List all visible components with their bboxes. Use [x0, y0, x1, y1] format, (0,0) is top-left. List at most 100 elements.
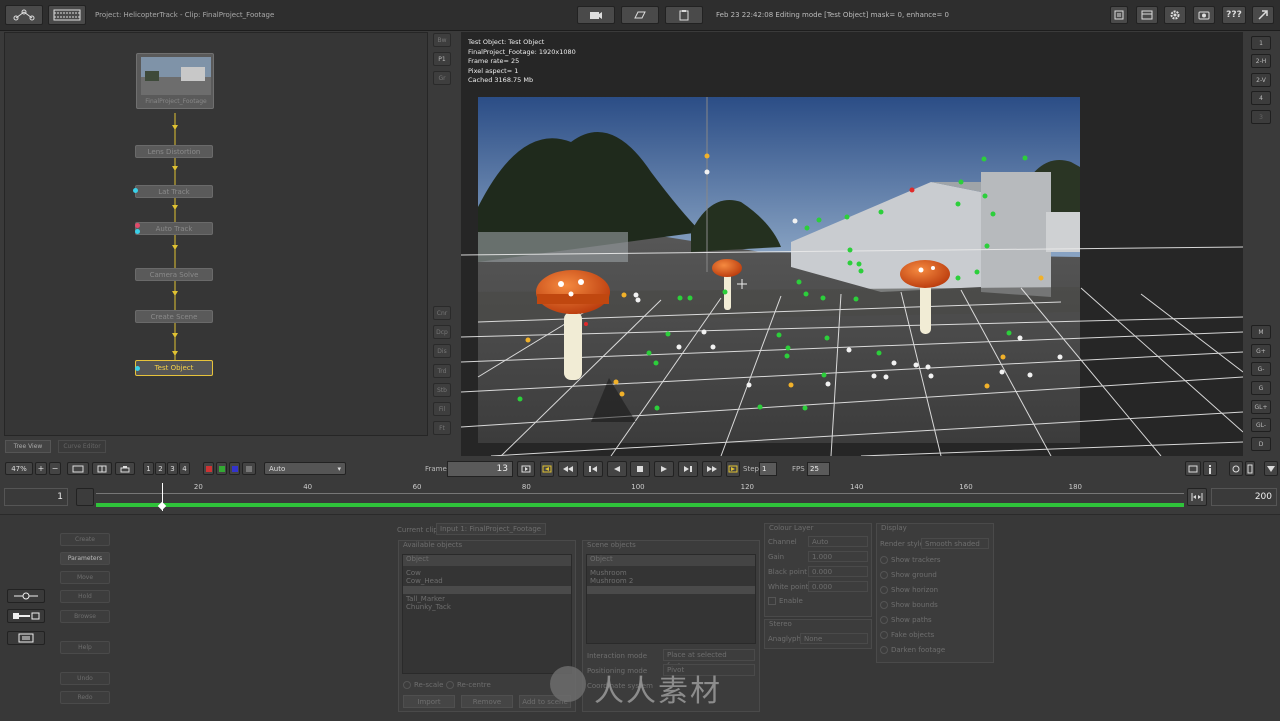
- viewer-canvas[interactable]: [461, 32, 1243, 456]
- hold-button[interactable]: Hold: [60, 590, 110, 603]
- frame-input[interactable]: 13: [447, 461, 513, 477]
- list-item[interactable]: Mushroom 2: [590, 577, 633, 585]
- black-point-input[interactable]: 0.000: [808, 566, 868, 577]
- step-back-icon[interactable]: [583, 461, 603, 477]
- tool-bw[interactable]: Bw: [433, 33, 451, 47]
- clipboard-icon[interactable]: [665, 6, 703, 24]
- interaction-mode-select[interactable]: Place at selected feature: [663, 649, 755, 670]
- tool-dis[interactable]: Dis: [433, 344, 451, 358]
- first-key-icon[interactable]: [540, 461, 554, 477]
- mode-g-button[interactable]: G: [1251, 381, 1271, 395]
- range-icon[interactable]: [1187, 488, 1207, 506]
- mode-d-button[interactable]: D: [1251, 437, 1271, 451]
- browse-button[interactable]: Browse: [60, 610, 110, 623]
- current-clip-select[interactable]: Input 1: FinalProject_Footage: [436, 523, 546, 535]
- zoom-out-icon[interactable]: −: [49, 462, 61, 475]
- show-ground-checkbox[interactable]: [880, 571, 888, 579]
- view-num-2[interactable]: 2: [155, 462, 166, 475]
- tool-fil[interactable]: Fil: [433, 402, 451, 416]
- fast-forward-icon[interactable]: [702, 461, 722, 477]
- list-item[interactable]: Tall_Marker: [406, 595, 445, 603]
- view-4-button[interactable]: 4: [1251, 91, 1271, 105]
- view-2h-button[interactable]: 2-H: [1251, 54, 1271, 68]
- info-icon[interactable]: [1203, 461, 1217, 476]
- zoom-in-icon[interactable]: +: [35, 462, 47, 475]
- fit-icon[interactable]: [67, 462, 89, 475]
- node-test-object[interactable]: Test Object: [135, 360, 213, 376]
- step-input[interactable]: 1: [759, 462, 777, 476]
- filmstrip-icon[interactable]: [48, 5, 86, 25]
- list-item[interactable]: Mushroom: [590, 569, 627, 577]
- last-key-icon[interactable]: [726, 461, 740, 477]
- view-num-4[interactable]: 4: [179, 462, 190, 475]
- node-arrow-icon[interactable]: [7, 609, 45, 623]
- anaglyph-select[interactable]: None: [800, 633, 868, 644]
- mode-gminus-button[interactable]: G-: [1251, 362, 1271, 376]
- list-item[interactable]: Cow_Head: [406, 577, 443, 585]
- monitor-icon[interactable]: [1185, 461, 1201, 476]
- settings-icon[interactable]: [1229, 461, 1243, 476]
- fps-input[interactable]: 25: [807, 462, 830, 476]
- expand-icon[interactable]: [1245, 461, 1255, 476]
- view-1-button[interactable]: 1: [1251, 36, 1271, 50]
- list-item[interactable]: Chunky_Tack: [406, 603, 451, 611]
- create-button[interactable]: Create: [60, 533, 110, 546]
- graph-icon[interactable]: [5, 5, 43, 25]
- channel-select[interactable]: Auto: [808, 536, 868, 547]
- show-trackers-checkbox[interactable]: [880, 556, 888, 564]
- mode-m-button[interactable]: M: [1251, 325, 1271, 339]
- play-icon[interactable]: [654, 461, 674, 477]
- layout-icon[interactable]: [92, 462, 112, 475]
- node-lens-distortion[interactable]: Lens Distortion: [135, 145, 213, 158]
- view-2v-button[interactable]: 2-V: [1251, 73, 1271, 87]
- camera-icon[interactable]: [577, 6, 615, 24]
- redo-button[interactable]: Redo: [60, 691, 110, 704]
- show-bounds-checkbox[interactable]: [880, 601, 888, 609]
- timeline-track[interactable]: 20 40 60 80 100 120 140 160 180: [96, 483, 1184, 511]
- rewind-icon[interactable]: [558, 461, 578, 477]
- view-num-1[interactable]: 1: [143, 462, 154, 475]
- scene-icon[interactable]: [621, 6, 659, 24]
- darken-footage-checkbox[interactable]: [880, 646, 888, 654]
- scene-objects-list[interactable]: Object Mushroom Mushroom 2: [586, 554, 756, 644]
- green-channel-icon[interactable]: [216, 462, 227, 475]
- available-objects-list[interactable]: Object Cow Cow_Head Tall_Marker Chunky_T…: [402, 554, 572, 674]
- document-icon[interactable]: [1110, 6, 1128, 24]
- mode-glminus-button[interactable]: GL-: [1251, 418, 1271, 432]
- connection-icon[interactable]: [7, 589, 45, 603]
- import-button[interactable]: Import: [403, 695, 455, 708]
- mode-glplus-button[interactable]: GL+: [1251, 400, 1271, 414]
- node-stack-icon[interactable]: [7, 631, 45, 645]
- viewer-panel[interactable]: Test Object: Test Object FinalProject_Fo…: [461, 32, 1243, 456]
- timeline-left-icon[interactable]: [76, 488, 94, 506]
- node-graph-panel[interactable]: FinalProject_Footage Lens Distortion Lat…: [4, 32, 428, 436]
- print-icon[interactable]: [115, 462, 135, 475]
- mode-gplus-button[interactable]: G+: [1251, 344, 1271, 358]
- step-forward-icon[interactable]: [678, 461, 698, 477]
- node-auto-track[interactable]: Auto Track: [135, 222, 213, 235]
- tab-curve-editor[interactable]: Curve Editor: [58, 440, 106, 453]
- render-style-select[interactable]: Smooth shaded: [921, 538, 989, 549]
- help-button[interactable]: ???: [1222, 6, 1246, 24]
- timeline-start-input[interactable]: 1: [4, 488, 68, 506]
- parameters-button[interactable]: Parameters: [60, 552, 110, 565]
- tool-stb[interactable]: Stb: [433, 383, 451, 397]
- help-side-button[interactable]: Help: [60, 641, 110, 654]
- exit-icon[interactable]: [1252, 6, 1274, 24]
- display-mode-select[interactable]: Auto ▾: [264, 462, 346, 475]
- keyframe-icon[interactable]: [517, 461, 535, 477]
- enable-checkbox[interactable]: [768, 597, 776, 605]
- node-create-scene[interactable]: Create Scene: [135, 310, 213, 323]
- view-num-3[interactable]: 3: [167, 462, 178, 475]
- white-point-input[interactable]: 0.000: [808, 581, 868, 592]
- gear-icon[interactable]: [1164, 6, 1186, 24]
- snapshot-icon[interactable]: [1193, 6, 1215, 24]
- recentre-checkbox[interactable]: [446, 681, 454, 689]
- show-horizon-checkbox[interactable]: [880, 586, 888, 594]
- undo-button[interactable]: Undo: [60, 672, 110, 685]
- fake-objects-checkbox[interactable]: [880, 631, 888, 639]
- node-camera-solve[interactable]: Camera Solve: [135, 268, 213, 281]
- tool-p1[interactable]: P1: [433, 52, 451, 66]
- remove-button[interactable]: Remove: [461, 695, 513, 708]
- list-icon[interactable]: [1136, 6, 1158, 24]
